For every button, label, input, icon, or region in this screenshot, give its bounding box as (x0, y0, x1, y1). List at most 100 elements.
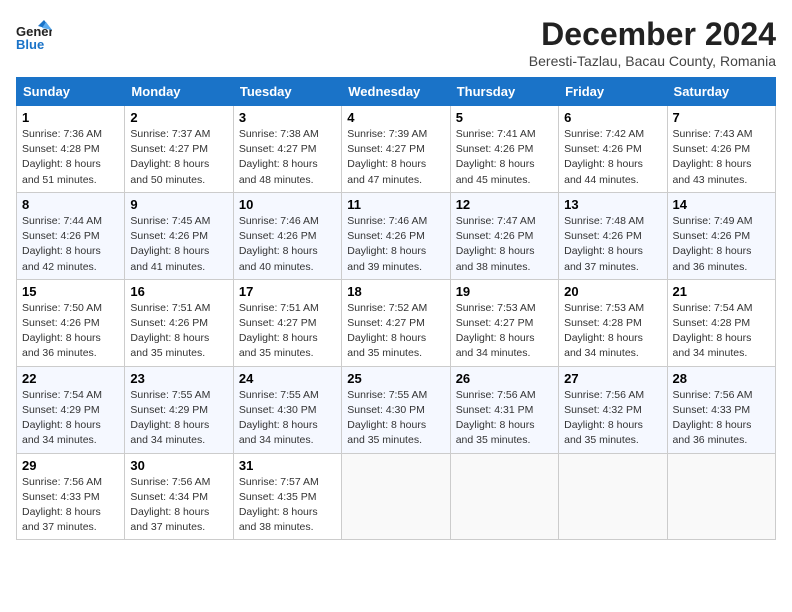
day-number: 20 (564, 284, 661, 299)
sunrise-value: 7:57 AM (280, 476, 319, 488)
daylight-label: Daylight: (130, 419, 174, 431)
day-info: Sunrise: 7:56 AM Sunset: 4:34 PM Dayligh… (130, 475, 227, 536)
calendar-cell: 27 Sunrise: 7:56 AM Sunset: 4:32 PM Dayl… (559, 366, 667, 453)
sunset-label: Sunset: (456, 230, 495, 242)
sunrise-value: 7:52 AM (389, 302, 428, 314)
calendar-cell: 9 Sunrise: 7:45 AM Sunset: 4:26 PM Dayli… (125, 192, 233, 279)
sunset-value: 4:26 PM (277, 230, 316, 242)
calendar-cell: 1 Sunrise: 7:36 AM Sunset: 4:28 PM Dayli… (17, 106, 125, 193)
sunrise-value: 7:47 AM (497, 215, 536, 227)
sunset-label: Sunset: (22, 143, 61, 155)
daylight-label: Daylight: (239, 419, 283, 431)
column-header-saturday: Saturday (667, 78, 775, 106)
daylight-label: Daylight: (239, 245, 283, 257)
day-info: Sunrise: 7:54 AM Sunset: 4:29 PM Dayligh… (22, 388, 119, 449)
day-info: Sunrise: 7:45 AM Sunset: 4:26 PM Dayligh… (130, 214, 227, 275)
day-info: Sunrise: 7:56 AM Sunset: 4:31 PM Dayligh… (456, 388, 553, 449)
calendar-week-row: 29 Sunrise: 7:56 AM Sunset: 4:33 PM Dayl… (17, 453, 776, 540)
day-info: Sunrise: 7:51 AM Sunset: 4:27 PM Dayligh… (239, 301, 336, 362)
sunrise-label: Sunrise: (673, 215, 714, 227)
calendar-cell: 13 Sunrise: 7:48 AM Sunset: 4:26 PM Dayl… (559, 192, 667, 279)
day-number: 14 (673, 197, 770, 212)
calendar-cell: 24 Sunrise: 7:55 AM Sunset: 4:30 PM Dayl… (233, 366, 341, 453)
day-number: 11 (347, 197, 444, 212)
sunset-label: Sunset: (130, 143, 169, 155)
calendar-cell (342, 453, 450, 540)
header: General Blue December 2024 Beresti-Tazla… (16, 16, 776, 69)
day-number: 1 (22, 110, 119, 125)
calendar-week-row: 8 Sunrise: 7:44 AM Sunset: 4:26 PM Dayli… (17, 192, 776, 279)
sunrise-label: Sunrise: (347, 128, 388, 140)
sunset-value: 4:28 PM (61, 143, 100, 155)
calendar-cell: 19 Sunrise: 7:53 AM Sunset: 4:27 PM Dayl… (450, 279, 558, 366)
sunset-value: 4:27 PM (386, 317, 425, 329)
sunset-value: 4:26 PM (61, 230, 100, 242)
sunrise-label: Sunrise: (22, 302, 63, 314)
daylight-label: Daylight: (239, 158, 283, 170)
sunrise-label: Sunrise: (347, 302, 388, 314)
sunset-label: Sunset: (564, 404, 603, 416)
day-info: Sunrise: 7:56 AM Sunset: 4:33 PM Dayligh… (673, 388, 770, 449)
calendar-week-row: 22 Sunrise: 7:54 AM Sunset: 4:29 PM Dayl… (17, 366, 776, 453)
day-info: Sunrise: 7:42 AM Sunset: 4:26 PM Dayligh… (564, 127, 661, 188)
day-info: Sunrise: 7:55 AM Sunset: 4:30 PM Dayligh… (347, 388, 444, 449)
calendar-cell: 20 Sunrise: 7:53 AM Sunset: 4:28 PM Dayl… (559, 279, 667, 366)
sunrise-label: Sunrise: (347, 389, 388, 401)
day-info: Sunrise: 7:56 AM Sunset: 4:33 PM Dayligh… (22, 475, 119, 536)
sunset-value: 4:27 PM (277, 317, 316, 329)
daylight-label: Daylight: (456, 332, 500, 344)
calendar-cell: 26 Sunrise: 7:56 AM Sunset: 4:31 PM Dayl… (450, 366, 558, 453)
day-number: 16 (130, 284, 227, 299)
daylight-label: Daylight: (564, 332, 608, 344)
daylight-label: Daylight: (564, 419, 608, 431)
daylight-label: Daylight: (347, 419, 391, 431)
daylight-label: Daylight: (456, 419, 500, 431)
sunset-label: Sunset: (456, 317, 495, 329)
sunrise-value: 7:44 AM (63, 215, 102, 227)
sunset-value: 4:26 PM (494, 230, 533, 242)
calendar-cell (667, 453, 775, 540)
sunset-label: Sunset: (239, 404, 278, 416)
sunset-value: 4:28 PM (711, 317, 750, 329)
sunset-label: Sunset: (564, 317, 603, 329)
day-info: Sunrise: 7:57 AM Sunset: 4:35 PM Dayligh… (239, 475, 336, 536)
day-info: Sunrise: 7:55 AM Sunset: 4:29 PM Dayligh… (130, 388, 227, 449)
sunrise-label: Sunrise: (673, 302, 714, 314)
calendar-cell: 31 Sunrise: 7:57 AM Sunset: 4:35 PM Dayl… (233, 453, 341, 540)
column-header-friday: Friday (559, 78, 667, 106)
sunrise-value: 7:41 AM (497, 128, 536, 140)
month-title: December 2024 (529, 16, 776, 53)
sunrise-label: Sunrise: (456, 215, 497, 227)
day-info: Sunrise: 7:44 AM Sunset: 4:26 PM Dayligh… (22, 214, 119, 275)
sunset-value: 4:26 PM (494, 143, 533, 155)
day-number: 31 (239, 458, 336, 473)
daylight-label: Daylight: (22, 245, 66, 257)
sunset-value: 4:32 PM (603, 404, 642, 416)
sunrise-value: 7:53 AM (497, 302, 536, 314)
calendar-week-row: 15 Sunrise: 7:50 AM Sunset: 4:26 PM Dayl… (17, 279, 776, 366)
daylight-label: Daylight: (130, 332, 174, 344)
location-subtitle: Beresti-Tazlau, Bacau County, Romania (529, 53, 776, 69)
day-number: 12 (456, 197, 553, 212)
calendar-cell: 5 Sunrise: 7:41 AM Sunset: 4:26 PM Dayli… (450, 106, 558, 193)
day-info: Sunrise: 7:47 AM Sunset: 4:26 PM Dayligh… (456, 214, 553, 275)
sunrise-value: 7:45 AM (172, 215, 211, 227)
daylight-label: Daylight: (347, 245, 391, 257)
calendar-cell: 14 Sunrise: 7:49 AM Sunset: 4:26 PM Dayl… (667, 192, 775, 279)
sunrise-value: 7:46 AM (280, 215, 319, 227)
sunset-value: 4:27 PM (277, 143, 316, 155)
sunset-label: Sunset: (22, 230, 61, 242)
sunrise-value: 7:56 AM (63, 476, 102, 488)
daylight-label: Daylight: (456, 245, 500, 257)
daylight-label: Daylight: (22, 158, 66, 170)
day-info: Sunrise: 7:51 AM Sunset: 4:26 PM Dayligh… (130, 301, 227, 362)
sunset-value: 4:33 PM (711, 404, 750, 416)
sunset-value: 4:26 PM (711, 143, 750, 155)
sunset-value: 4:29 PM (61, 404, 100, 416)
calendar-cell: 29 Sunrise: 7:56 AM Sunset: 4:33 PM Dayl… (17, 453, 125, 540)
sunset-label: Sunset: (239, 317, 278, 329)
sunset-label: Sunset: (130, 491, 169, 503)
sunrise-value: 7:51 AM (280, 302, 319, 314)
sunrise-label: Sunrise: (239, 476, 280, 488)
sunrise-value: 7:37 AM (172, 128, 211, 140)
